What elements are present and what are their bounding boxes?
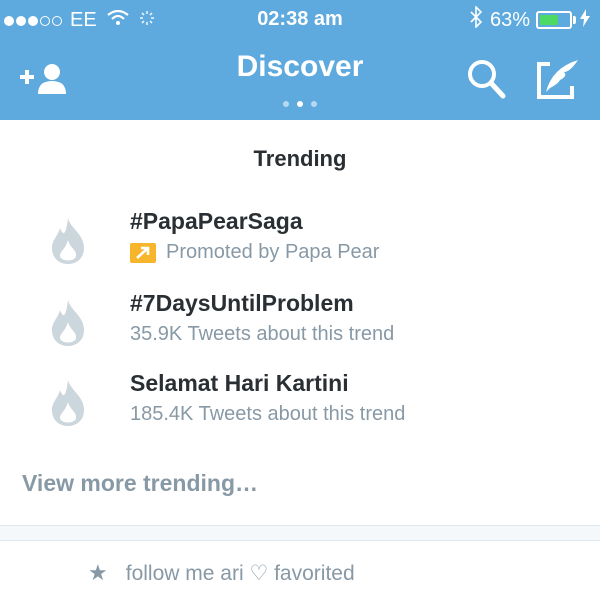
- battery-tip: [573, 16, 576, 24]
- battery-icon: [536, 11, 572, 29]
- page-dot-active: [297, 101, 303, 107]
- section-gap: [0, 526, 600, 540]
- flame-icon: [52, 380, 84, 426]
- trend-item[interactable]: Selamat Hari Kartini 185.4K Tweets about…: [0, 370, 600, 440]
- view-more-trending-link[interactable]: View more trending…: [22, 470, 258, 497]
- flame-icon: [52, 218, 84, 264]
- search-button[interactable]: [466, 58, 506, 100]
- promoted-badge-icon: [130, 242, 156, 263]
- trend-subtitle: 35.9K Tweets about this trend: [130, 323, 395, 345]
- bluetooth-icon: [470, 5, 483, 34]
- activity-item[interactable]: ★ follow me ari ♡ favorited: [88, 560, 355, 586]
- trend-subtitle: 185.4K Tweets about this trend: [130, 403, 406, 425]
- trend-name: Selamat Hari Kartini: [130, 370, 349, 396]
- trend-name: #PapaPearSaga: [130, 208, 303, 234]
- search-icon: [468, 60, 506, 99]
- flame-icon: [52, 300, 84, 346]
- promoted-text: Promoted by Papa Pear: [166, 241, 380, 263]
- trend-item[interactable]: #PapaPearSaga Promoted by Papa Pear: [0, 208, 600, 278]
- trending-heading: Trending: [253, 146, 347, 171]
- nav-header: EE 02:38 am 63% Discover: [0, 0, 600, 120]
- page-dot: [311, 101, 317, 107]
- charging-bolt-icon: [580, 8, 590, 32]
- trend-item[interactable]: #7DaysUntilProblem 35.9K Tweets about th…: [0, 290, 600, 360]
- status-bar: EE 02:38 am 63%: [0, 0, 600, 40]
- compose-icon: [537, 60, 578, 99]
- star-icon: ★: [88, 560, 108, 585]
- section-divider: [0, 540, 600, 541]
- page-title: Discover: [236, 50, 364, 83]
- battery-percentage: 63%: [489, 8, 530, 31]
- activity-text: follow me ari ♡ favorited: [125, 561, 355, 585]
- trend-subtitle: Promoted by Papa Pear: [130, 241, 379, 264]
- page-dot: [283, 101, 289, 107]
- compose-button[interactable]: [536, 58, 580, 100]
- status-right: 63%: [470, 5, 590, 34]
- page-indicator: [0, 94, 600, 112]
- battery-level-fill: [540, 15, 558, 25]
- trend-name: #7DaysUntilProblem: [130, 290, 354, 316]
